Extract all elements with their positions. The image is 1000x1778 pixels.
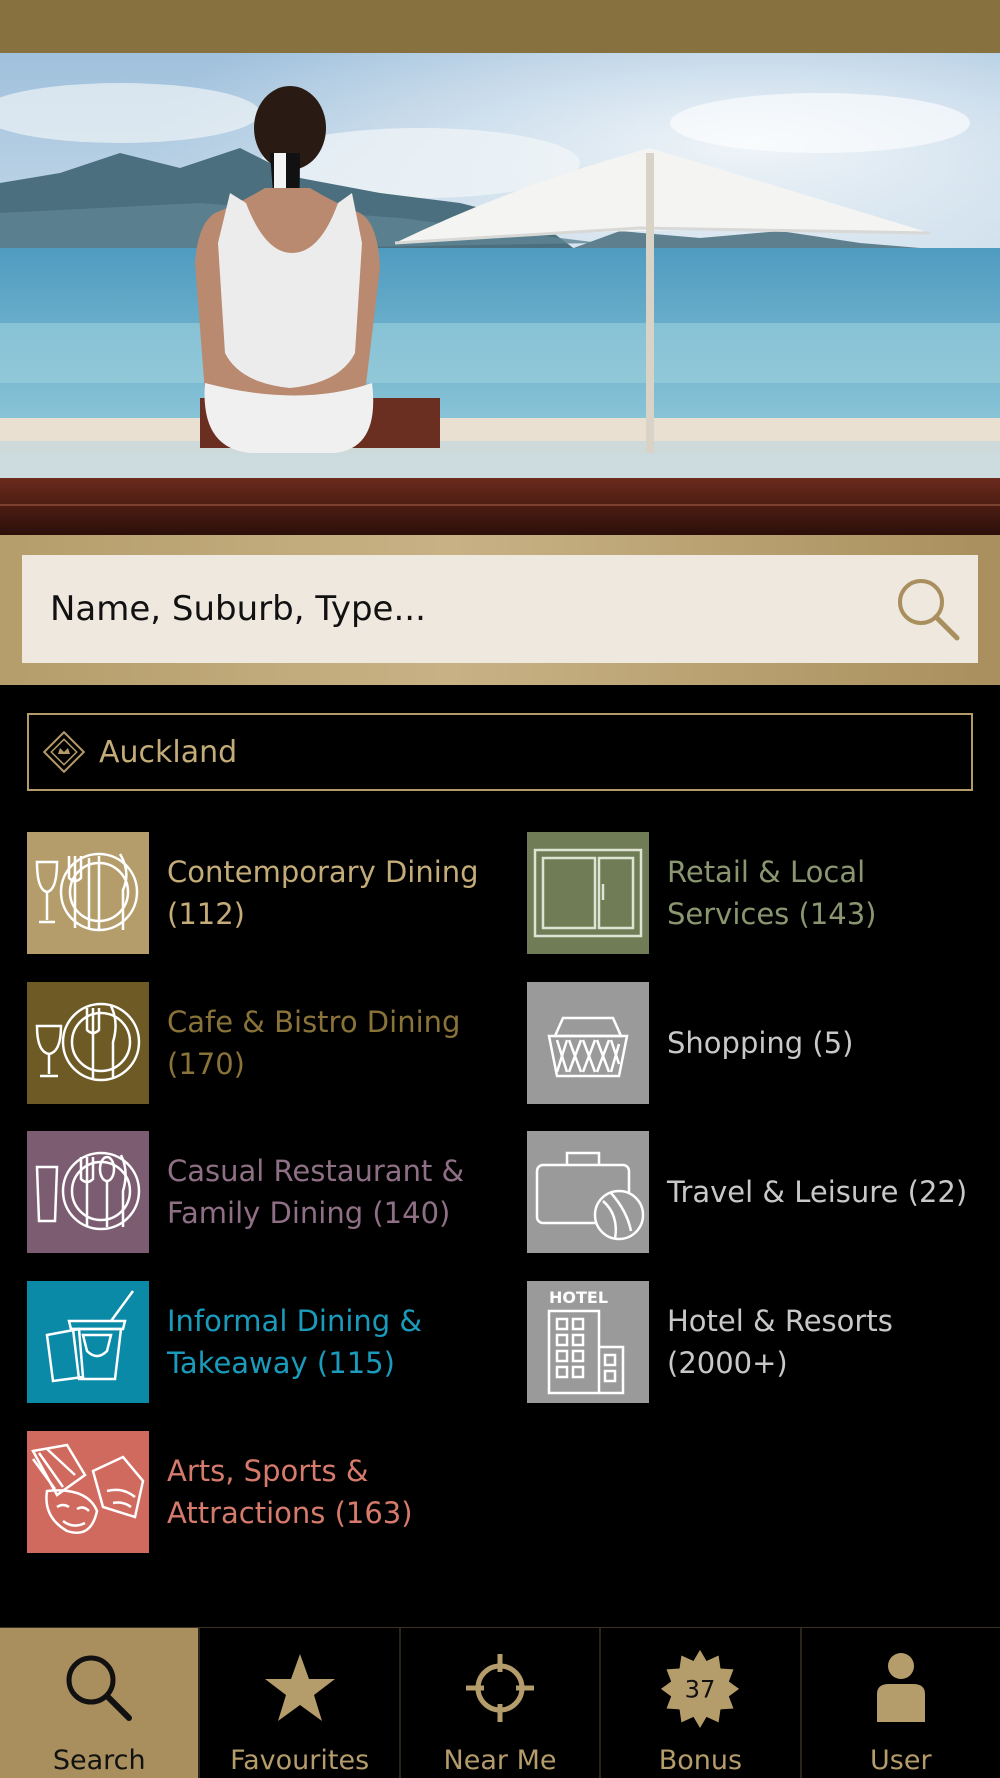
category-tile bbox=[27, 982, 149, 1104]
nav-search[interactable]: Search bbox=[0, 1628, 201, 1778]
nav-bonus[interactable]: 37 Bonus bbox=[601, 1628, 802, 1778]
basket-icon bbox=[547, 1016, 629, 1078]
nav-near-me[interactable]: Near Me bbox=[401, 1628, 602, 1778]
category-label: Arts, Sports & Attractions (163) bbox=[167, 1454, 413, 1530]
bottom-navigation: Search Favourites Near Me 37 Bonus User bbox=[0, 1627, 1000, 1778]
badge-count: 37 bbox=[685, 1675, 716, 1703]
search-band bbox=[0, 535, 1000, 685]
takeaway-cups-icon bbox=[45, 1290, 135, 1383]
region-label: Auckland bbox=[99, 734, 238, 770]
region-selector[interactable]: Auckland bbox=[27, 713, 973, 791]
search-input[interactable] bbox=[22, 555, 872, 663]
glass-plate-cutlery-icon bbox=[35, 1151, 141, 1231]
category-label: Informal Dining & Takeaway (115) bbox=[167, 1304, 423, 1380]
category-hotel-resorts[interactable]: HOTEL Hotel & Resorts (2000+) bbox=[527, 1281, 987, 1403]
category-arts-sports-attractions[interactable]: Arts, Sports & Attractions (163) bbox=[27, 1431, 497, 1553]
category-label: Retail & Local Services (143) bbox=[667, 855, 877, 931]
wine-glass-plate-cutlery-icon bbox=[35, 852, 139, 932]
category-travel-leisure[interactable]: Travel & Leisure (22) bbox=[527, 1131, 1000, 1253]
badge-icon: 37 bbox=[661, 1649, 740, 1728]
user-icon bbox=[876, 1653, 925, 1722]
hero-image bbox=[0, 53, 1000, 535]
nav-favourites[interactable]: Favourites bbox=[200, 1628, 401, 1778]
nav-user[interactable]: User bbox=[802, 1628, 1000, 1778]
category-informal-dining-takeaway[interactable]: Informal Dining & Takeaway (115) bbox=[27, 1281, 497, 1403]
category-label: Contemporary Dining (112) bbox=[167, 855, 479, 931]
search-button[interactable] bbox=[878, 555, 978, 663]
category-label: Cafe & Bistro Dining (170) bbox=[167, 1005, 461, 1081]
search-box bbox=[22, 555, 978, 663]
category-label: Hotel & Resorts (2000+) bbox=[667, 1304, 893, 1380]
category-shopping[interactable]: Shopping (5) bbox=[527, 982, 987, 1104]
category-cafe-bistro-dining[interactable]: Cafe & Bistro Dining (170) bbox=[27, 982, 497, 1104]
category-retail-local-services[interactable]: Retail & Local Services (143) bbox=[527, 832, 987, 954]
search-icon bbox=[66, 1655, 133, 1721]
nav-label: User bbox=[870, 1745, 932, 1776]
category-tile bbox=[527, 1131, 649, 1253]
category-tile: HOTEL bbox=[527, 1281, 649, 1403]
category-casual-restaurant-family-dining[interactable]: Casual Restaurant & Family Dining (140) bbox=[27, 1131, 497, 1253]
category-contemporary-dining[interactable]: Contemporary Dining (112) bbox=[27, 832, 497, 954]
nav-label: Favourites bbox=[230, 1745, 370, 1776]
crosshair-icon bbox=[466, 1654, 535, 1722]
nav-label: Bonus bbox=[658, 1745, 743, 1776]
app-screen: Auckland Contemporary Dining (112) bbox=[0, 0, 1000, 1778]
nav-label: Near Me bbox=[443, 1745, 557, 1776]
category-tile bbox=[527, 982, 649, 1104]
category-label: Casual Restaurant & Family Dining (140) bbox=[167, 1154, 465, 1230]
hotel-building-icon: HOTEL bbox=[547, 1288, 625, 1395]
star-icon bbox=[264, 1654, 335, 1721]
theatre-masks-icon bbox=[31, 1443, 145, 1534]
category-tile bbox=[27, 1431, 149, 1553]
suitcase-ball-icon bbox=[535, 1151, 645, 1241]
category-label: Shopping (5) bbox=[667, 1026, 854, 1060]
search-icon bbox=[898, 579, 960, 641]
category-tile bbox=[27, 1281, 149, 1403]
status-bar bbox=[0, 0, 1000, 53]
wine-glass-plate-cutlery-icon bbox=[35, 1002, 141, 1082]
shop-window-icon bbox=[533, 848, 643, 938]
nav-label: Search bbox=[52, 1745, 146, 1776]
diamond-crown-icon bbox=[43, 731, 85, 773]
category-tile bbox=[27, 1131, 149, 1253]
category-tile bbox=[527, 832, 649, 954]
category-tile bbox=[27, 832, 149, 954]
tile-text: HOTEL bbox=[549, 1288, 608, 1307]
category-label: Travel & Leisure (22) bbox=[667, 1175, 968, 1209]
